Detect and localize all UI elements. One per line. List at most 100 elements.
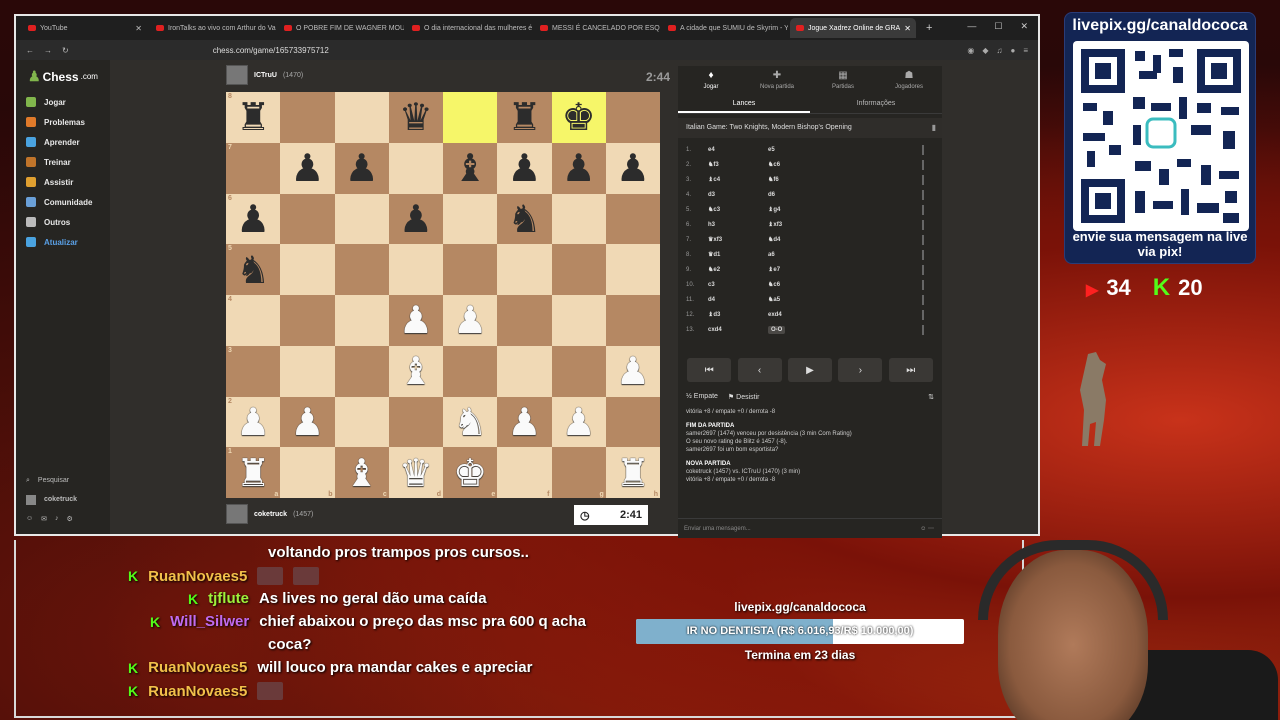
tab-info[interactable]: Informações xyxy=(810,94,942,113)
square-d7[interactable] xyxy=(388,142,443,194)
white-move[interactable]: ♝d3 xyxy=(708,311,768,318)
square-a2[interactable]: 2 ♟ xyxy=(226,396,281,448)
sidebar-item-jogar[interactable]: Jogar xyxy=(26,92,92,112)
square-d3[interactable]: ♝ xyxy=(388,345,443,397)
black-pawn-icon[interactable]: ♟ xyxy=(562,149,596,187)
white-move[interactable]: ♛d1 xyxy=(708,251,768,258)
sidebar-item-treinar[interactable]: Treinar xyxy=(26,152,92,172)
white-move[interactable]: ♞f3 xyxy=(708,161,768,168)
settings-icon[interactable]: ⚙ xyxy=(67,515,73,523)
extension-icon[interactable]: ◉ xyxy=(967,46,974,55)
square-h8[interactable] xyxy=(605,92,660,143)
square-b1[interactable]: b xyxy=(280,447,335,498)
white-move[interactable]: d3 xyxy=(708,192,768,198)
square-a6[interactable]: 6 ♟ xyxy=(226,193,281,245)
white-bishop-icon[interactable]: ♝ xyxy=(345,454,379,492)
square-c5[interactable] xyxy=(334,244,389,295)
flip-board-icon[interactable]: ⇅ xyxy=(928,393,934,401)
white-pawn-icon[interactable]: ♟ xyxy=(616,352,650,390)
white-bishop-icon[interactable]: ♝ xyxy=(399,352,433,390)
forward-icon[interactable]: → xyxy=(44,46,52,55)
black-pawn-icon[interactable]: ♟ xyxy=(345,149,379,187)
tab-jogadores[interactable]: ☗ Jogadores xyxy=(876,66,942,94)
browser-tab[interactable]: YouTube ✕ xyxy=(22,18,148,38)
white-move[interactable]: ♛xf3 xyxy=(708,236,768,243)
white-pawn-icon[interactable]: ♟ xyxy=(562,403,596,441)
square-e2[interactable]: ♞ xyxy=(443,396,498,448)
browser-tab[interactable]: IronTalks ao vivo com Arthur do Val✕ xyxy=(150,18,276,38)
square-f8[interactable]: ♜ xyxy=(497,92,552,143)
white-move[interactable]: d4 xyxy=(708,297,768,303)
first-move-button[interactable]: ⏮ xyxy=(687,358,732,382)
square-h1[interactable]: h ♜ xyxy=(605,447,660,498)
profile-icon[interactable]: ● xyxy=(1010,46,1015,55)
chat-username[interactable]: RuanNovaes5 xyxy=(148,659,247,676)
mail-icon[interactable]: ✉ xyxy=(41,515,47,523)
message-input[interactable]: Enviar uma mensagem... ☺ ⋯ xyxy=(678,518,942,538)
square-b7[interactable]: ♟ xyxy=(280,142,335,194)
black-move[interactable]: exd4 xyxy=(768,312,828,318)
browser-tab[interactable]: A cidade que SUMIU de Skyrim - You✕ xyxy=(662,18,788,38)
white-rook-icon[interactable]: ♜ xyxy=(616,454,650,492)
square-a1[interactable]: 1 a ♜ xyxy=(226,447,281,498)
black-rook-icon[interactable]: ♜ xyxy=(236,98,270,136)
chesscom-logo[interactable]: ♟ Chess .com xyxy=(28,68,98,85)
black-rook-icon[interactable]: ♜ xyxy=(507,98,541,136)
black-move[interactable]: ♞d4 xyxy=(768,236,828,243)
white-pawn-icon[interactable]: ♟ xyxy=(290,403,324,441)
player-name[interactable]: ICTruU xyxy=(254,72,277,79)
square-a5[interactable]: 5 ♞ xyxy=(226,244,281,295)
white-move[interactable]: ♝c4 xyxy=(708,176,768,183)
square-f2[interactable]: ♟ xyxy=(497,396,552,448)
avatar[interactable] xyxy=(226,65,248,85)
square-b3[interactable] xyxy=(280,345,335,397)
white-rook-icon[interactable]: ♜ xyxy=(236,454,270,492)
black-pawn-icon[interactable]: ♟ xyxy=(399,200,433,238)
square-f7[interactable]: ♟ xyxy=(497,142,552,194)
square-c4[interactable] xyxy=(334,295,389,346)
url-field[interactable]: chess.com/game/165733975712 xyxy=(213,46,329,55)
white-move[interactable]: ♞e2 xyxy=(708,266,768,273)
white-pawn-icon[interactable]: ♟ xyxy=(507,403,541,441)
sidebar-item-assistir[interactable]: Assistir xyxy=(26,172,92,192)
bell-icon[interactable]: ♪ xyxy=(55,515,59,522)
white-move[interactable]: e4 xyxy=(708,147,768,153)
maximize-icon[interactable]: ☐ xyxy=(994,21,1002,32)
black-move[interactable]: d6 xyxy=(768,192,828,198)
square-c2[interactable] xyxy=(334,396,389,448)
black-move[interactable]: ♞a5 xyxy=(768,296,828,303)
square-a7[interactable]: 7 xyxy=(226,142,281,194)
square-f3[interactable] xyxy=(497,345,552,397)
close-icon[interactable]: ✕ xyxy=(1020,21,1028,32)
new-tab-icon[interactable]: + xyxy=(926,22,932,34)
black-bishop-icon[interactable]: ♝ xyxy=(453,149,487,187)
black-pawn-icon[interactable]: ♟ xyxy=(616,149,650,187)
black-move[interactable]: ♞c6 xyxy=(768,161,828,168)
player-name[interactable]: coketruck xyxy=(254,511,287,518)
square-h7[interactable]: ♟ xyxy=(605,142,660,194)
square-d5[interactable] xyxy=(388,244,443,295)
black-move[interactable]: ♞f6 xyxy=(768,176,828,183)
square-h3[interactable]: ♟ xyxy=(605,345,660,397)
chat-username[interactable]: tjflute xyxy=(208,590,249,607)
black-move[interactable]: ♝e7 xyxy=(768,266,828,273)
draw-button[interactable]: ½ Empate xyxy=(686,393,718,401)
black-move[interactable]: ♞c6 xyxy=(768,281,828,288)
black-move[interactable]: O-O xyxy=(768,325,828,334)
chat-username[interactable]: RuanNovaes5 xyxy=(148,683,247,700)
square-g3[interactable] xyxy=(551,345,606,397)
square-g8[interactable]: ♚ xyxy=(551,92,606,143)
browser-tab[interactable]: O POBRE FIM DE WAGNER MOURA✕ xyxy=(278,18,404,38)
white-move[interactable]: cxd4 xyxy=(708,327,768,333)
black-pawn-icon[interactable]: ♟ xyxy=(236,200,270,238)
white-pawn-icon[interactable]: ♟ xyxy=(399,301,433,339)
square-d1[interactable]: d ♛ xyxy=(388,447,443,498)
square-a4[interactable]: 4 xyxy=(226,295,281,346)
square-h5[interactable] xyxy=(605,244,660,295)
square-f4[interactable] xyxy=(497,295,552,346)
square-e8[interactable] xyxy=(443,92,498,143)
tab-nova-partida[interactable]: ✚ Nova partida xyxy=(744,66,810,94)
square-e5[interactable] xyxy=(443,244,498,295)
white-move[interactable]: h3 xyxy=(708,222,768,228)
white-move[interactable]: ♞c3 xyxy=(708,206,768,213)
